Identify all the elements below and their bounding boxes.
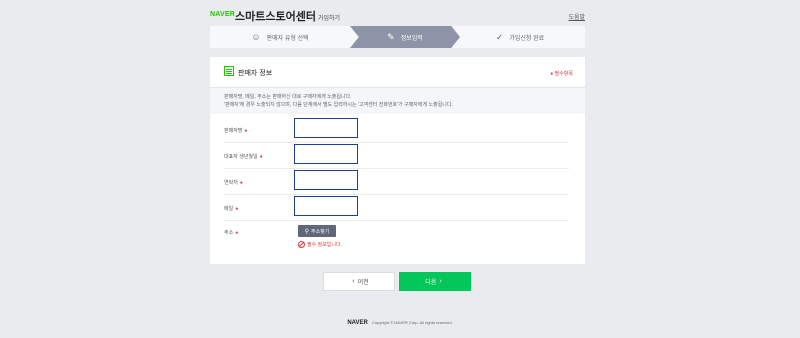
step-label: 판매자 유형 선택 xyxy=(266,35,309,42)
email-input[interactable] xyxy=(294,196,358,216)
address-error: 필수 정보입니다. xyxy=(298,241,342,248)
card-header: 판매자 정보 ● 필수항목 xyxy=(210,57,585,88)
email-row: 메일 ● xyxy=(224,195,569,221)
seller-name-label: 판매자명 ● xyxy=(224,128,248,134)
notice-line: '판매자'에 경우 노출되지 않으며, 다음 단계에서 별도 입력하시는 '고객… xyxy=(224,102,453,108)
chevron-left-icon: ‹ xyxy=(352,278,355,285)
next-button[interactable]: 다음 › xyxy=(399,272,471,291)
footer: NAVER Copyright © NAVER Corp. All rights… xyxy=(0,320,800,326)
error-icon xyxy=(298,241,305,248)
prev-button[interactable]: ‹ 이전 xyxy=(323,272,395,291)
address-label: 주소 ● xyxy=(224,230,239,236)
search-icon: ⚲ xyxy=(304,228,309,235)
seller-name-row: 판매자명 ● xyxy=(224,117,569,143)
email-label: 메일 ● xyxy=(224,206,239,212)
progress-steps: ☺ 판매자 유형 선택 ✓ 가입신청 완료 ✎ 정보입력 xyxy=(210,26,585,48)
footer-logo: NAVER xyxy=(347,320,368,326)
next-label: 다음 xyxy=(425,280,437,286)
brand-title: 스마트스토어센터 xyxy=(235,11,316,23)
naver-logo[interactable]: NAVER xyxy=(210,11,235,18)
seller-name-input[interactable] xyxy=(294,118,358,138)
notice-line: 판매자명, 메일, 주소는 판매하신 대로 구매자에게 노출됩니다. xyxy=(224,94,352,100)
step-label: 정보입력 xyxy=(400,35,423,42)
birthdate-input[interactable] xyxy=(294,144,358,164)
copyright: Copyright © NAVER Corp. All rights reser… xyxy=(372,320,453,325)
step-info-input: ✎ 정보입력 xyxy=(350,26,460,48)
notice-box: 판매자명, 메일, 주소는 판매하신 대로 구매자에게 노출됩니다. '판매자'… xyxy=(210,88,585,114)
address-error-text: 필수 정보입니다. xyxy=(307,242,342,248)
birthdate-label: 대표자 생년월일 ● xyxy=(224,154,263,160)
users-icon: ☺ xyxy=(251,32,261,42)
step-label: 가입신청 완료 xyxy=(509,35,545,42)
card-title: 판매자 정보 xyxy=(238,70,273,77)
step-complete: ✓ 가입신청 완료 xyxy=(455,26,585,48)
page-subtitle: 가입하기 xyxy=(317,16,341,22)
page-header: NAVER 스마트스토어센터 가입하기 도움말 xyxy=(210,8,585,24)
phone-label: 연락처 ● xyxy=(224,180,243,186)
address-search-button[interactable]: ⚲ 주소찾기 xyxy=(298,225,336,237)
seller-info-card: 판매자 정보 ● 필수항목 판매자명, 메일, 주소는 판매하신 대로 구매자에… xyxy=(210,57,585,264)
address-search-label: 주소찾기 xyxy=(311,228,330,235)
address-row: 주소 ● ⚲ 주소찾기 필수 정보입니다. xyxy=(224,221,569,251)
step-seller-type: ☺ 판매자 유형 선택 xyxy=(210,26,350,48)
page-title: 스마트스토어센터 가입하기 xyxy=(235,8,340,24)
pencil-icon: ✎ xyxy=(387,31,395,42)
form-icon xyxy=(224,66,234,76)
prev-label: 이전 xyxy=(357,280,369,286)
chevron-right-icon: › xyxy=(439,278,442,285)
phone-row: 연락처 ● xyxy=(224,169,569,195)
birthdate-row: 대표자 생년월일 ● xyxy=(224,143,569,169)
help-link[interactable]: 도움말 xyxy=(568,12,585,21)
check-icon: ✓ xyxy=(495,31,504,42)
phone-input[interactable] xyxy=(294,170,358,190)
required-note: ● 필수항목 xyxy=(550,71,573,77)
